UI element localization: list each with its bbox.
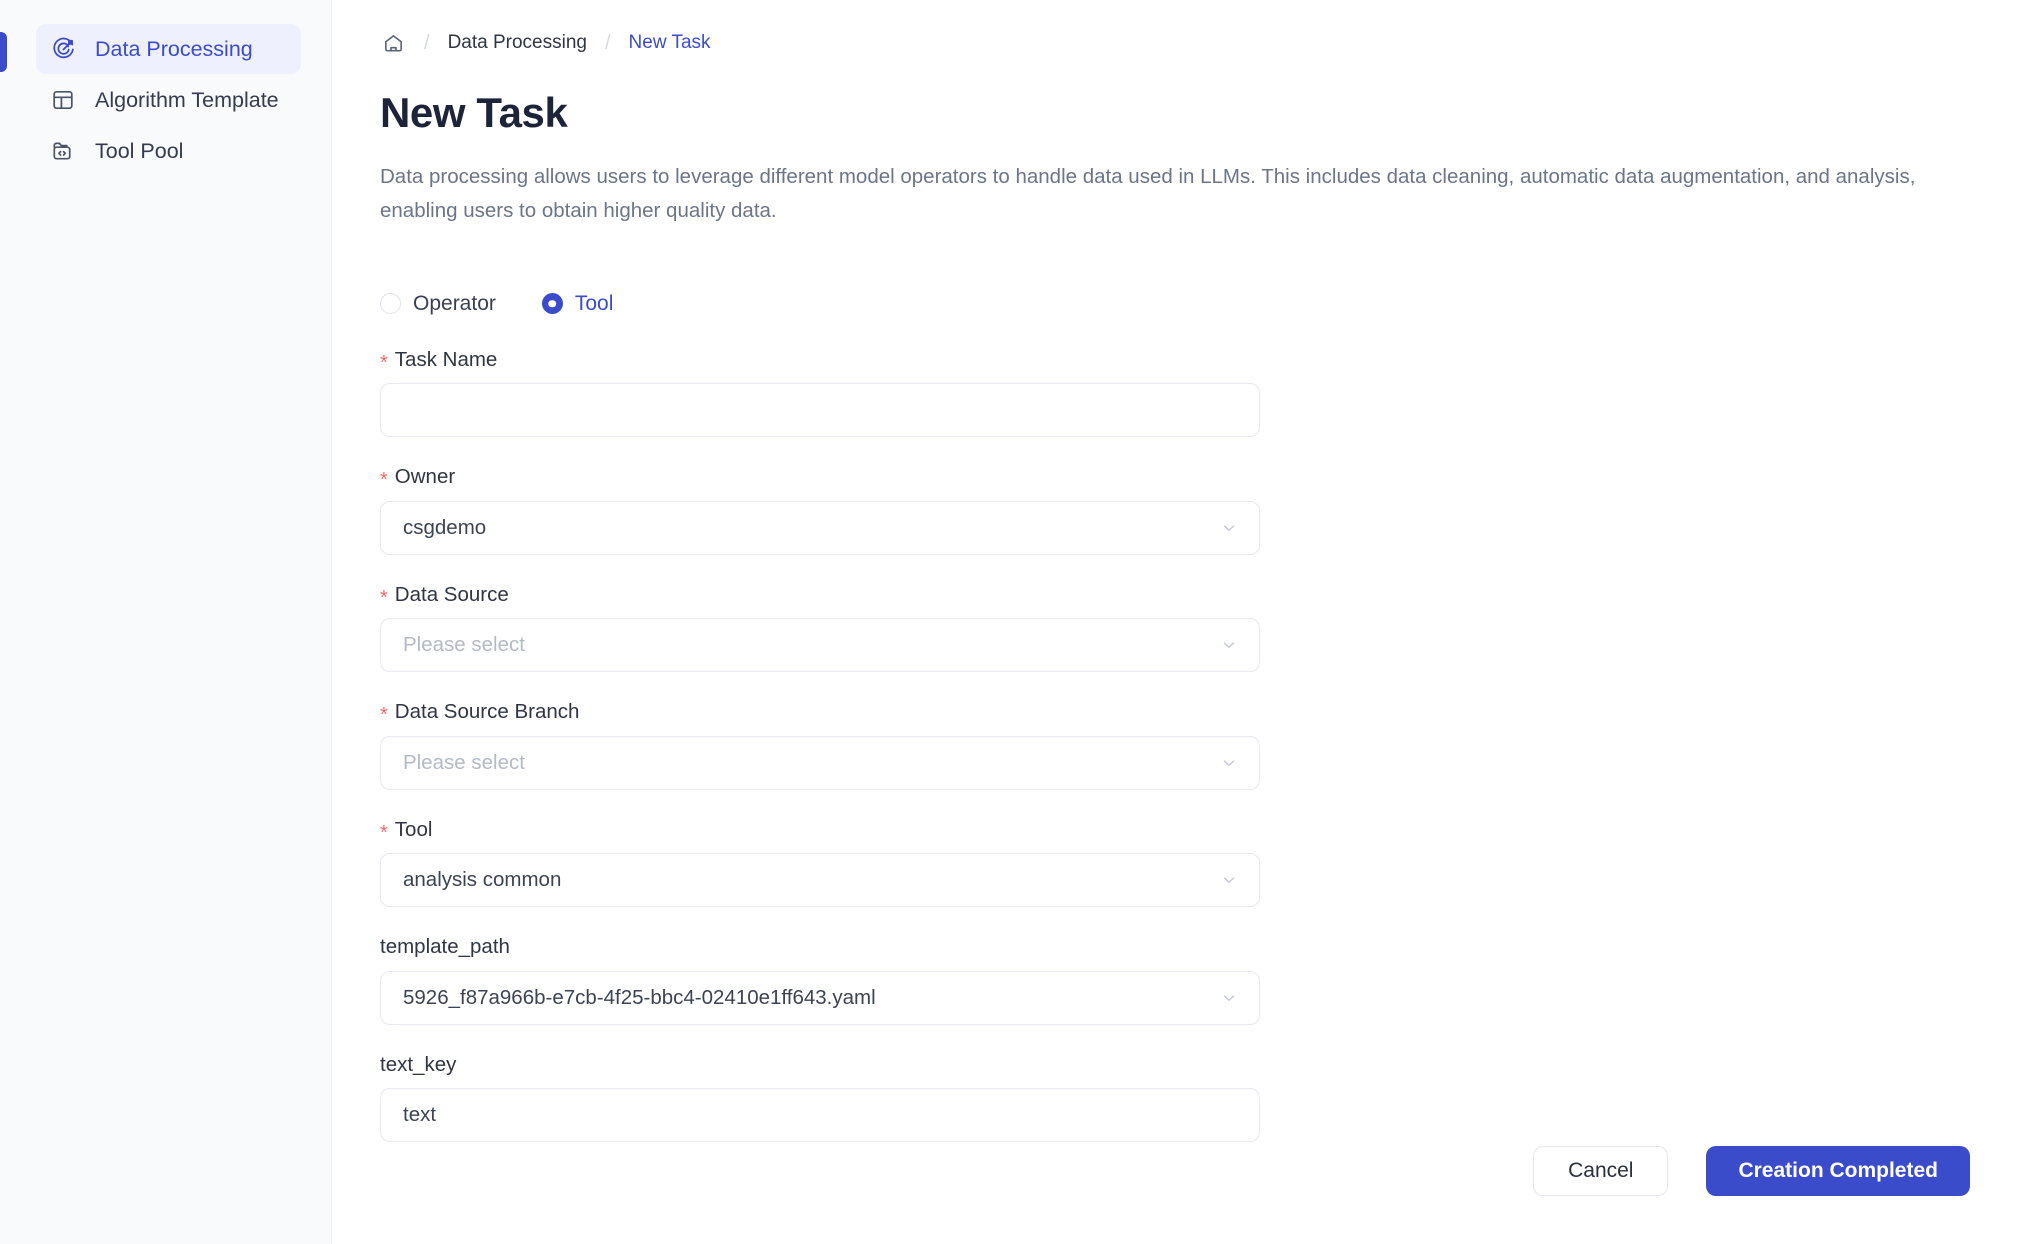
field-label-text: template_path — [380, 937, 510, 958]
field-label-text: Task Name — [395, 350, 498, 371]
field-label: template_path — [380, 937, 1260, 958]
main-content: / Data Processing / New Task New Task Da… — [332, 0, 2032, 1244]
radio-option-operator[interactable]: Operator — [380, 292, 496, 316]
chevron-down-icon — [1219, 988, 1239, 1008]
select-placeholder: Please select — [403, 633, 525, 657]
task-name-input[interactable] — [380, 383, 1260, 437]
page-description: Data processing allows users to leverage… — [380, 160, 1972, 228]
field-task-name: * Task Name — [380, 350, 1260, 438]
field-label-text: Data Source — [395, 585, 509, 606]
field-data-source: * Data Source Please select — [380, 585, 1260, 673]
select-value: csgdemo — [403, 516, 486, 540]
select-placeholder: Please select — [403, 751, 525, 775]
form-actions: Cancel Creation Completed — [1533, 1146, 1970, 1196]
breadcrumb-separator: / — [605, 32, 611, 55]
required-marker: * — [380, 470, 388, 490]
owner-select[interactable]: csgdemo — [380, 501, 1260, 555]
page-title: New Task — [380, 90, 1972, 136]
field-label: * Task Name — [380, 350, 1260, 371]
chevron-down-icon — [1219, 635, 1239, 655]
active-indicator-bar — [0, 32, 7, 72]
home-icon[interactable] — [380, 30, 406, 56]
sidebar-item-label: Data Processing — [95, 37, 253, 62]
required-marker: * — [380, 353, 388, 373]
tool-select[interactable]: analysis common — [380, 853, 1260, 907]
breadcrumb: / Data Processing / New Task — [380, 26, 1972, 60]
field-tool: * Tool analysis common — [380, 820, 1260, 908]
field-label-text: Data Source Branch — [395, 702, 580, 723]
field-label-text: Owner — [395, 467, 455, 488]
data-source-select[interactable]: Please select — [380, 618, 1260, 672]
text-key-input[interactable]: text — [380, 1088, 1260, 1142]
sidebar: Data Processing Algorithm Template — [0, 0, 332, 1244]
sidebar-item-label: Algorithm Template — [95, 88, 279, 113]
layout-panel-icon — [50, 87, 76, 113]
field-data-source-branch: * Data Source Branch Please select — [380, 702, 1260, 790]
field-label: * Data Source Branch — [380, 702, 1260, 723]
mode-radio-group: Operator Tool — [380, 292, 1972, 316]
field-label: * Data Source — [380, 585, 1260, 606]
creation-completed-button[interactable]: Creation Completed — [1706, 1146, 1970, 1196]
breadcrumb-item-data-processing[interactable]: Data Processing — [448, 32, 587, 54]
select-value: analysis common — [403, 868, 561, 892]
chevron-down-icon — [1219, 518, 1239, 538]
breadcrumb-separator: / — [424, 32, 430, 55]
field-label: text_key — [380, 1055, 1260, 1076]
field-label-text: Tool — [395, 820, 433, 841]
data-source-branch-select[interactable]: Please select — [380, 736, 1260, 790]
chevron-down-icon — [1219, 870, 1239, 890]
chevron-down-icon — [1219, 753, 1239, 773]
template-path-select[interactable]: 5926_f87a966b-e7cb-4f25-bbc4-02410e1ff64… — [380, 971, 1260, 1025]
radio-circle-icon — [380, 293, 401, 314]
folder-code-icon — [50, 138, 76, 164]
sidebar-item-label: Tool Pool — [95, 139, 183, 164]
field-label: * Owner — [380, 467, 1260, 488]
field-label: * Tool — [380, 820, 1260, 841]
sidebar-item-data-processing[interactable]: Data Processing — [36, 24, 301, 74]
field-template-path: template_path 5926_f87a966b-e7cb-4f25-bb… — [380, 937, 1260, 1025]
radio-label: Tool — [575, 292, 614, 316]
required-marker: * — [380, 588, 388, 608]
cancel-button[interactable]: Cancel — [1533, 1146, 1668, 1196]
radio-option-tool[interactable]: Tool — [542, 292, 614, 316]
sidebar-item-algorithm-template[interactable]: Algorithm Template — [36, 75, 301, 125]
radio-circle-icon — [542, 293, 563, 314]
sidebar-item-tool-pool[interactable]: Tool Pool — [36, 126, 301, 176]
select-value: 5926_f87a966b-e7cb-4f25-bbc4-02410e1ff64… — [403, 986, 876, 1010]
field-owner: * Owner csgdemo — [380, 467, 1260, 555]
field-label-text: text_key — [380, 1055, 456, 1076]
field-text-key: text_key text — [380, 1055, 1260, 1143]
required-marker: * — [380, 705, 388, 725]
radio-label: Operator — [413, 292, 496, 316]
app-root: Data Processing Algorithm Template — [0, 0, 2032, 1244]
input-value: text — [403, 1103, 436, 1127]
new-task-form: * Task Name * Owner csgdemo — [380, 350, 1260, 1143]
required-marker: * — [380, 823, 388, 843]
breadcrumb-item-new-task[interactable]: New Task — [629, 32, 711, 54]
target-icon — [50, 36, 76, 62]
